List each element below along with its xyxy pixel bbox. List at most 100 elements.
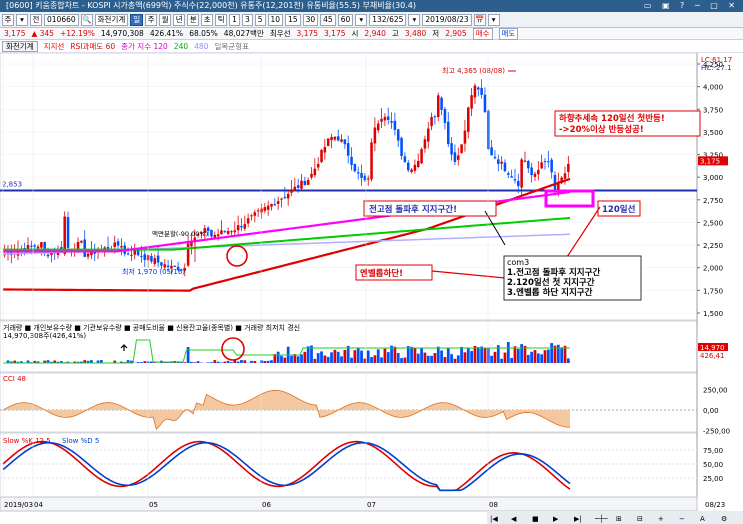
x-label-1: 04 — [34, 501, 43, 509]
candle-body — [270, 203, 273, 207]
ref-line-label: 2,853 — [2, 180, 22, 188]
scroll-control-9[interactable]: − — [679, 515, 685, 523]
toolbar-item-20[interactable]: 60 — [337, 13, 354, 26]
scroll-control-11[interactable]: ⚙ — [721, 515, 727, 523]
toolbar-item-3[interactable]: 010660 — [44, 13, 79, 26]
candle-body — [423, 139, 427, 149]
volume-sub: 14,970,308주(426,41%) — [3, 332, 86, 340]
volume-bar — [533, 350, 537, 363]
trend-label: 최우선 — [269, 29, 291, 38]
volume-value: 14,970,308 — [100, 29, 144, 38]
toolbar-item-9[interactable]: 년 — [173, 13, 186, 26]
toolbar-item-2[interactable]: 전 — [30, 13, 42, 26]
candle-body — [120, 246, 123, 248]
candle-body — [380, 118, 383, 122]
toolbar-item-23[interactable]: ▾ — [408, 13, 421, 26]
candle-body — [460, 144, 463, 153]
candle-body — [340, 139, 343, 142]
toolbar-item-25[interactable]: 📅 — [473, 13, 486, 26]
toolbar-item-18[interactable]: 30 — [302, 13, 319, 26]
volume-tag-2: 426,41 — [700, 352, 725, 360]
toolbar-item-13[interactable]: 1 — [229, 13, 240, 26]
toolbar-item-14[interactable]: 3 — [241, 13, 253, 26]
buy-button[interactable]: 매수 — [472, 27, 493, 40]
volume-bar — [366, 350, 370, 363]
volume-bar — [453, 358, 457, 363]
volume-bar — [460, 346, 463, 363]
candle-body — [450, 143, 453, 155]
x-label-2: 05 — [149, 501, 158, 509]
toolbar-item-0[interactable]: 주 — [2, 13, 14, 26]
toolbar-item-5[interactable]: 화천기계 — [94, 13, 129, 26]
toolbar-item-10[interactable]: 분 — [187, 13, 200, 26]
volume-bar — [240, 360, 243, 363]
volume-bar — [560, 347, 564, 363]
toolbar-item-15[interactable]: 5 — [254, 13, 266, 26]
candle-body — [160, 262, 163, 266]
candle-body — [263, 207, 267, 211]
scroll-control-2[interactable]: ■ — [532, 515, 539, 523]
scroll-control-8[interactable]: + — [658, 515, 664, 523]
scroll-control-3[interactable]: ▶ — [553, 515, 559, 523]
toolbar-item-12[interactable]: 틱 — [215, 13, 228, 26]
cci-header: CCI 48 — [3, 375, 26, 383]
scroll-control-0[interactable]: |◀ — [490, 515, 498, 523]
volume-bar — [343, 349, 347, 363]
candle-body — [166, 265, 170, 268]
volume-bar — [446, 348, 450, 363]
volume-bar — [520, 344, 524, 363]
toolbar-item-22[interactable]: 132/625 — [369, 13, 407, 26]
toolbar-item-19[interactable]: 45 — [320, 13, 336, 26]
candle-body — [153, 258, 157, 264]
toolbar-item-24[interactable]: 2019/08/23 — [422, 13, 472, 26]
indicator-ma240[interactable]: 240 — [174, 42, 188, 51]
candle-body — [480, 87, 483, 95]
candle-body — [210, 229, 213, 237]
sell-button[interactable]: 매도 — [498, 27, 519, 40]
candle-body — [86, 253, 90, 257]
candle-body — [116, 241, 120, 246]
chart-name-tab[interactable]: 화천기계 — [2, 40, 38, 52]
toolbar-item-17[interactable]: 15 — [285, 13, 301, 26]
volume-bar — [136, 362, 140, 363]
toolbar-item-6[interactable]: 일 — [130, 13, 144, 26]
toolbar-item-7[interactable]: 주 — [145, 13, 158, 26]
volume-bar — [336, 351, 340, 363]
scroll-control-1[interactable]: ◀ — [511, 515, 517, 523]
indicator-ma120[interactable]: 종가 지수 120 — [121, 41, 168, 52]
annotation-low: 최저 1,970 (05/16) — [122, 267, 185, 276]
volume-bar — [206, 362, 210, 363]
volume-bar — [466, 347, 470, 363]
volume-bar — [213, 360, 217, 363]
window-buttons[interactable]: ▭ ▣ ? ─ ▢ ✕ — [644, 0, 739, 12]
scroll-control-7[interactable]: ⊟ — [637, 515, 643, 523]
scroll-control-10[interactable]: A — [700, 515, 705, 523]
candle-body — [473, 85, 477, 98]
volume-bar — [236, 361, 240, 363]
scroll-control-5[interactable]: ─┼─ — [594, 514, 608, 523]
toolbar-item-21[interactable]: ▾ — [355, 13, 368, 26]
candle-body — [503, 162, 507, 172]
scroll-control-6[interactable]: ⊞ — [616, 515, 622, 523]
volume-bar — [316, 353, 320, 363]
indicator-ma480[interactable]: 480 — [194, 42, 208, 51]
toolbar-item-8[interactable]: 월 — [159, 13, 172, 26]
stock-chart[interactable]: 4,2504,0003,7503,5003,2503,0002,7502,500… — [0, 53, 743, 524]
scroll-control-4[interactable]: ▶| — [574, 515, 582, 523]
volume-bar — [426, 355, 430, 363]
volume-bar — [400, 358, 403, 363]
volume-circle — [221, 337, 245, 361]
toolbar-item-26[interactable]: ▾ — [487, 13, 500, 26]
candle-body — [253, 212, 257, 216]
price-label-3: 3,500 — [703, 129, 723, 137]
indicator-rsi[interactable]: RSI과매도 60 — [70, 41, 115, 52]
volume-bar — [476, 347, 480, 363]
indicator-support[interactable]: 지지선 — [44, 41, 65, 52]
indicator-ichimoku[interactable]: 일목균형표 — [214, 41, 249, 52]
toolbar-item-1[interactable]: ▾ — [16, 13, 28, 26]
volume-bar — [140, 362, 143, 363]
change-pct: +12.19% — [59, 29, 95, 38]
toolbar-item-11[interactable]: 초 — [201, 13, 214, 26]
toolbar-item-16[interactable]: 10 — [267, 13, 284, 26]
toolbar-item-4[interactable]: 🔍 — [80, 13, 93, 26]
